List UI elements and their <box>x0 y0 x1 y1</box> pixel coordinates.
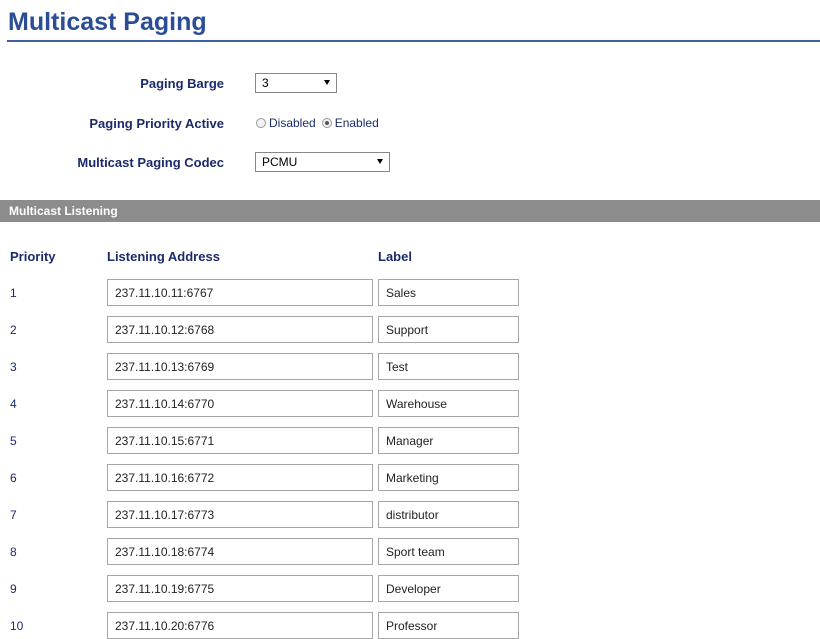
codec-value: PCMU <box>262 155 298 169</box>
paging-priority-radio-group: Disabled Enabled <box>256 116 385 130</box>
listening-address-input[interactable]: 237.11.10.15:6771 <box>107 427 373 454</box>
label-input[interactable]: distributor <box>378 501 519 528</box>
row-priority: 10 <box>10 619 24 633</box>
radio-disabled[interactable] <box>256 118 266 128</box>
label-input[interactable]: Marketing <box>378 464 519 491</box>
codec-select[interactable]: PCMU <box>255 152 390 172</box>
radio-enabled-label: Enabled <box>334 116 379 130</box>
row-priority: 3 <box>10 360 17 374</box>
label-input[interactable]: Manager <box>378 427 519 454</box>
listening-address-input[interactable]: 237.11.10.18:6774 <box>107 538 373 565</box>
paging-barge-value: 3 <box>262 76 269 90</box>
label-input[interactable]: Sport team <box>378 538 519 565</box>
label-input[interactable]: Test <box>378 353 519 380</box>
paging-barge-label: Paging Barge <box>140 76 224 91</box>
chevron-down-icon <box>324 80 330 85</box>
chevron-down-icon <box>377 159 383 164</box>
listening-address-input[interactable]: 237.11.10.11:6767 <box>107 279 373 306</box>
row-priority: 7 <box>10 508 17 522</box>
label-input[interactable]: Warehouse <box>378 390 519 417</box>
page-title: Multicast Paging <box>8 8 207 36</box>
listening-address-input[interactable]: 237.11.10.17:6773 <box>107 501 373 528</box>
paging-barge-select[interactable]: 3 <box>255 73 337 93</box>
title-divider <box>7 40 820 42</box>
label-column-header: Label <box>378 249 412 264</box>
row-priority: 2 <box>10 323 17 337</box>
row-priority: 1 <box>10 286 17 300</box>
label-input[interactable]: Professor <box>378 612 519 639</box>
address-column-header: Listening Address <box>107 249 220 264</box>
paging-priority-active-label: Paging Priority Active <box>89 116 224 131</box>
row-priority: 8 <box>10 545 17 559</box>
radio-enabled[interactable] <box>321 118 332 128</box>
label-input[interactable]: Support <box>378 316 519 343</box>
row-priority: 5 <box>10 434 17 448</box>
radio-disabled-label: Disabled <box>269 116 316 130</box>
listening-address-input[interactable]: 237.11.10.19:6775 <box>107 575 373 602</box>
row-priority: 4 <box>10 397 17 411</box>
priority-column-header: Priority <box>10 249 56 264</box>
listening-address-input[interactable]: 237.11.10.13:6769 <box>107 353 373 380</box>
multicast-listening-header: Multicast Listening <box>0 200 820 222</box>
label-input[interactable]: Developer <box>378 575 519 602</box>
label-input[interactable]: Sales <box>378 279 519 306</box>
multicast-paging-codec-label: Multicast Paging Codec <box>77 155 224 170</box>
listening-address-input[interactable]: 237.11.10.14:6770 <box>107 390 373 417</box>
row-priority: 6 <box>10 471 17 485</box>
listening-address-input[interactable]: 237.11.10.20:6776 <box>107 612 373 639</box>
listening-address-input[interactable]: 237.11.10.12:6768 <box>107 316 373 343</box>
row-priority: 9 <box>10 582 17 596</box>
listening-address-input[interactable]: 237.11.10.16:6772 <box>107 464 373 491</box>
